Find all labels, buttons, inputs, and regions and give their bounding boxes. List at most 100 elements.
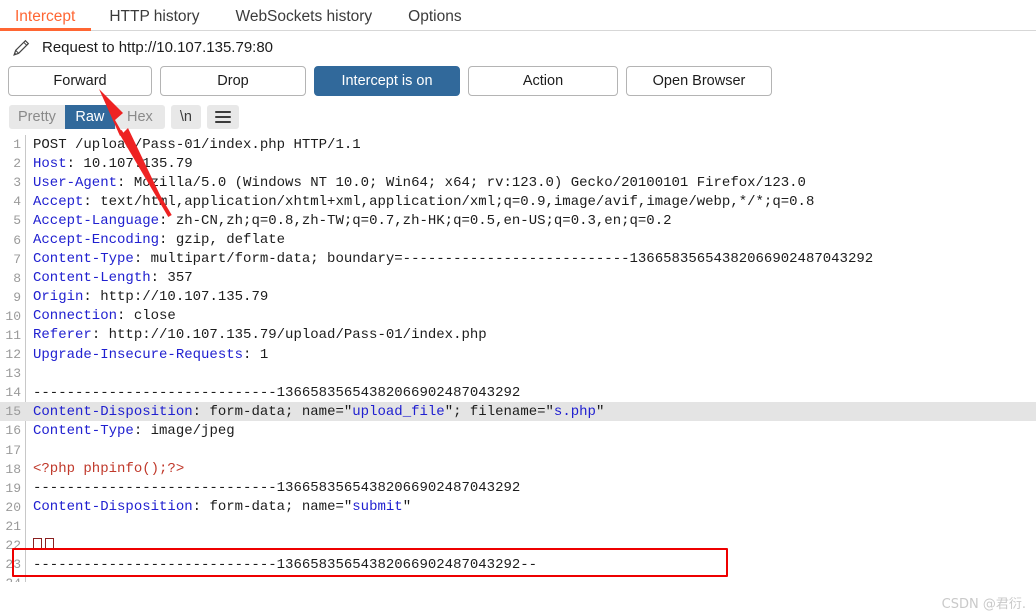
editor-text-span: Referer [33, 327, 92, 344]
editor-line-text: Origin: http://10.107.135.79 [25, 289, 268, 305]
editor-line-number: 16 [5, 423, 21, 439]
tab-intercept[interactable]: Intercept [0, 7, 92, 31]
editor-line-number: 8 [13, 270, 21, 286]
editor-line[interactable]: 17 [0, 441, 1036, 460]
request-raw-text[interactable]: 1 POST /upload/Pass-01/index.php HTTP/1.1… [0, 135, 1036, 582]
editor-text-span: Content-Disposition [33, 499, 193, 516]
editor-line-number: 7 [13, 251, 21, 267]
editor-text-span: : Mozilla/5.0 (Windows NT 10.0; Win64; x… [117, 174, 806, 191]
tab-http-history[interactable]: HTTP history [91, 8, 217, 31]
editor-line-text [25, 537, 57, 554]
editor-text-span: : zh-CN,zh;q=0.8,zh-TW;q=0.7,zh-HK;q=0.5… [159, 212, 672, 229]
editor-line-number: 19 [5, 480, 21, 496]
editor-text-span: Connection [33, 308, 118, 325]
editor-line-number: 21 [5, 518, 21, 534]
editor-line[interactable]: 10 Connection: close [0, 307, 1036, 326]
editor-text-span: upload_file [352, 403, 445, 420]
editor-line-text: -----------------------------13665835654… [25, 385, 520, 401]
editor-line[interactable]: 13 [0, 364, 1036, 383]
tab-options[interactable]: Options [390, 8, 479, 31]
editor-line[interactable]: 23 -----------------------------136658356… [0, 555, 1036, 574]
editor-line-text: -----------------------------13665835654… [25, 480, 520, 496]
editor-text-span: : text/html,application/xhtml+xml,applic… [83, 193, 815, 210]
editor-text-span: Upgrade-Insecure-Requests [33, 346, 244, 363]
editor-text-span: submit [352, 499, 403, 516]
open-browser-button[interactable]: Open Browser [626, 66, 772, 96]
editor-line[interactable]: 22 [0, 536, 1036, 555]
editor-line-text: Connection: close [25, 308, 176, 324]
unrendered-glyph-icon [45, 537, 54, 550]
editor-line-number: 1 [13, 137, 21, 153]
intercept-toggle-button[interactable]: Intercept is on [314, 66, 460, 96]
editor-line[interactable]: 14 -----------------------------136658356… [0, 383, 1036, 402]
editor-text-span: Content-Type [33, 251, 134, 268]
view-mode-hex[interactable]: Hex [114, 105, 165, 129]
newline-toggle-button[interactable]: \n [170, 105, 201, 129]
editor-text-span: s.php [553, 403, 596, 420]
view-mode-pretty[interactable]: Pretty [9, 105, 65, 129]
editor-line-text: Host: 10.107.135.79 [25, 156, 193, 172]
editor-text-span: : 1 [243, 346, 269, 363]
editor-line-number: 10 [5, 308, 21, 324]
editor-line[interactable]: 24 [0, 574, 1036, 582]
editor-text-span: : multipart/form-data; boundary=--------… [133, 251, 874, 268]
editor-line[interactable]: 6 Accept-Encoding: gzip, deflate [0, 230, 1036, 249]
tab-intercept-label: Intercept [15, 7, 76, 25]
editor-text-span: "; filename=" [444, 403, 554, 420]
tab-websockets-history[interactable]: WebSockets history [217, 8, 390, 31]
editor-text-span: : form-data; name=" [192, 403, 353, 420]
editor-text-span: POST /upload/Pass-01/index.php HTTP/1.1 [33, 136, 361, 153]
forward-button[interactable]: Forward [8, 66, 152, 96]
editor-line-text: Content-Disposition: form-data; name="su… [25, 499, 411, 515]
editor-text-span: " [595, 403, 605, 420]
editor-line-text: Content-Type: multipart/form-data; bound… [25, 251, 873, 267]
editor-line[interactable]: 8 Content-Length: 357 [0, 269, 1036, 288]
intercept-toggle-label: Intercept is on [341, 73, 433, 89]
editor-line[interactable]: 3 User-Agent: Mozilla/5.0 (Windows NT 10.… [0, 173, 1036, 192]
editor-text-span: : gzip, deflate [159, 232, 286, 249]
editor-text-span: <?php phpinfo();?> [33, 461, 185, 478]
editor-text-span: " [402, 499, 412, 516]
editor-line-text: POST /upload/Pass-01/index.php HTTP/1.1 [25, 137, 361, 153]
editor-line[interactable]: 20 Content-Disposition: form-data; name="… [0, 498, 1036, 517]
editor-text-span: : http://10.107.135.79 [83, 289, 269, 306]
forward-button-label: Forward [53, 73, 107, 89]
action-menu-button[interactable]: Action [468, 66, 618, 96]
editor-line[interactable]: 4 Accept: text/html,application/xhtml+xml… [0, 192, 1036, 211]
editor-line-text: User-Agent: Mozilla/5.0 (Windows NT 10.0… [25, 175, 806, 191]
editor-line-number: 6 [13, 232, 21, 248]
editor-line-text: Accept: text/html,application/xhtml+xml,… [25, 194, 814, 210]
editor-line[interactable]: 11 Referer: http://10.107.135.79/upload/P… [0, 326, 1036, 345]
editor-line[interactable]: 12 Upgrade-Insecure-Requests: 1 [0, 345, 1036, 364]
editor-line-text: Content-Length: 357 [25, 270, 193, 286]
editor-line-text: Accept-Language: zh-CN,zh;q=0.8,zh-TW;q=… [25, 213, 672, 229]
editor-line[interactable]: 19 -----------------------------136658356… [0, 479, 1036, 498]
request-editor[interactable]: 1 POST /upload/Pass-01/index.php HTTP/1.1… [0, 135, 1036, 582]
editor-line-text: <?php phpinfo();?> [25, 461, 184, 477]
editor-line-text: -----------------------------13665835654… [25, 557, 537, 573]
drop-button-label: Drop [217, 73, 249, 89]
editor-text-span: User-Agent [33, 174, 118, 191]
editor-line[interactable]: 2 Host: 10.107.135.79 [0, 154, 1036, 173]
editor-line-number: 4 [13, 194, 21, 210]
editor-line[interactable]: 15 Content-Disposition: form-data; name="… [0, 402, 1036, 422]
editor-menu-button[interactable] [206, 105, 239, 129]
open-browser-label: Open Browser [652, 73, 746, 89]
editor-line[interactable]: 21 [0, 517, 1036, 536]
editor-text-span: : 357 [150, 270, 193, 287]
editor-line[interactable]: 16 Content-Type: image/jpeg [0, 421, 1036, 440]
editor-line-text: Accept-Encoding: gzip, deflate [25, 232, 285, 248]
editor-line[interactable]: 5 Accept-Language: zh-CN,zh;q=0.8,zh-TW;q… [0, 211, 1036, 230]
editor-line[interactable]: 9 Origin: http://10.107.135.79 [0, 288, 1036, 307]
editor-line[interactable]: 7 Content-Type: multipart/form-data; boun… [0, 250, 1036, 269]
newline-toggle-label: \n [179, 109, 192, 125]
editor-text-span: -----------------------------13665835654… [33, 480, 521, 497]
request-banner: Request to http://10.107.135.79:80 [0, 31, 1036, 64]
view-mode-segmented-control: Pretty Raw Hex [9, 105, 165, 129]
editor-line[interactable]: 18 <?php phpinfo();?> [0, 460, 1036, 479]
editor-text-span: Origin [33, 289, 84, 306]
drop-button[interactable]: Drop [160, 66, 306, 96]
editor-line-text: Upgrade-Insecure-Requests: 1 [25, 347, 268, 363]
editor-line[interactable]: 1 POST /upload/Pass-01/index.php HTTP/1.1 [0, 135, 1036, 154]
view-mode-raw[interactable]: Raw [64, 105, 115, 129]
